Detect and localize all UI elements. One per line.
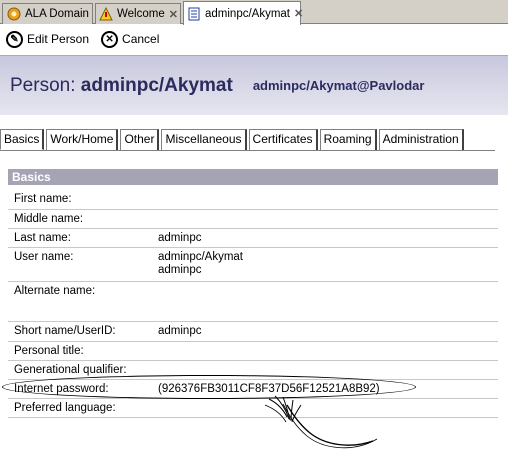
close-icon[interactable]: ✕ bbox=[169, 8, 178, 21]
section-header-basics: Basics bbox=[8, 169, 498, 185]
tab-other[interactable]: Other bbox=[120, 129, 160, 150]
cancel-button[interactable]: ✕ Cancel bbox=[101, 30, 160, 48]
title-prefix: Person: bbox=[10, 74, 76, 96]
field-alternate-name: Alternate name: bbox=[8, 282, 498, 322]
tab-administration[interactable]: Administration bbox=[378, 129, 464, 150]
field-middle-name: Middle name: bbox=[8, 210, 498, 229]
user-name-primary: adminpc/Akymat bbox=[158, 251, 244, 263]
form-tab-bar: Basics Work/Home Other Miscellaneous Cer… bbox=[0, 129, 466, 151]
field-first-name: First name: bbox=[8, 190, 498, 210]
field-short-name: Short name/UserID: adminpc bbox=[8, 322, 498, 342]
person-name: adminpc/Akymat bbox=[80, 74, 233, 96]
tab-work-home[interactable]: Work/Home bbox=[46, 129, 119, 150]
person-email: adminpc/Akymat@Pavlodar bbox=[252, 78, 425, 93]
field-last-name: Last name: adminpc bbox=[8, 229, 498, 248]
field-label: Middle name: bbox=[14, 213, 84, 225]
field-internet-password: Internet password: (926376FB3011CF8F37D5… bbox=[8, 380, 498, 399]
field-label: First name: bbox=[14, 193, 72, 205]
field-personal-title: Personal title: bbox=[8, 342, 498, 361]
tab-certificates[interactable]: Certificates bbox=[248, 129, 318, 150]
person-header: Person: adminpc/Akymat adminpc/Akymat@Pa… bbox=[0, 55, 508, 115]
cancel-label: Cancel bbox=[122, 32, 160, 46]
domain-icon bbox=[6, 7, 21, 22]
action-bar: ✎ Edit Person ✕ Cancel bbox=[0, 25, 508, 53]
user-name-secondary: adminpc bbox=[158, 264, 202, 276]
welcome-icon bbox=[99, 7, 113, 22]
field-preferred-language: Preferred language: bbox=[8, 399, 498, 418]
tab-divider bbox=[0, 150, 495, 151]
close-icon: ✕ bbox=[101, 30, 119, 48]
field-label: Generational qualifier: bbox=[14, 364, 127, 376]
annotation-arrow-icon bbox=[264, 395, 378, 449]
field-user-name: User name: adminpc/Akymat adminpc bbox=[8, 248, 498, 282]
field-label: Preferred language: bbox=[14, 402, 116, 414]
tab-label: Welcome bbox=[117, 8, 165, 20]
tab-roaming[interactable]: Roaming bbox=[319, 129, 377, 150]
close-icon[interactable]: ✕ bbox=[294, 7, 303, 20]
field-label: Short name/UserID: bbox=[14, 325, 116, 337]
field-label: Alternate name: bbox=[14, 285, 96, 297]
field-generational-qualifier: Generational qualifier: bbox=[8, 361, 498, 380]
tab-label: adminpc/Akymat bbox=[205, 7, 291, 20]
field-label: Last name: bbox=[14, 232, 71, 244]
field-label: User name: bbox=[14, 251, 74, 263]
tab-ala-domain[interactable]: ALA Domain bbox=[2, 3, 93, 24]
document-icon bbox=[187, 6, 201, 21]
tab-welcome[interactable]: Welcome ✕ bbox=[95, 3, 181, 24]
field-label: Internet password: bbox=[14, 383, 109, 395]
edit-person-button[interactable]: ✎ Edit Person bbox=[6, 30, 90, 48]
edit-person-label: Edit Person bbox=[27, 32, 90, 46]
field-value[interactable]: adminpc bbox=[158, 325, 201, 338]
pencil-icon: ✎ bbox=[6, 30, 23, 48]
field-label: Personal title: bbox=[14, 345, 84, 357]
tab-label: ALA Domain bbox=[25, 8, 89, 20]
page-title: Person: adminpc/Akymat bbox=[10, 75, 233, 97]
tab-adminpc-akymat[interactable]: adminpc/Akymat ✕ bbox=[183, 1, 303, 25]
tab-miscellaneous[interactable]: Miscellaneous bbox=[161, 129, 247, 150]
tab-basics[interactable]: Basics bbox=[0, 129, 45, 150]
field-value[interactable]: adminpc/Akymat adminpc bbox=[158, 251, 243, 277]
window-tab-bar: ALA Domain Welcome ✕ adminpc/Akymat ✕ bbox=[0, 0, 508, 25]
field-value[interactable]: adminpc bbox=[158, 232, 201, 245]
